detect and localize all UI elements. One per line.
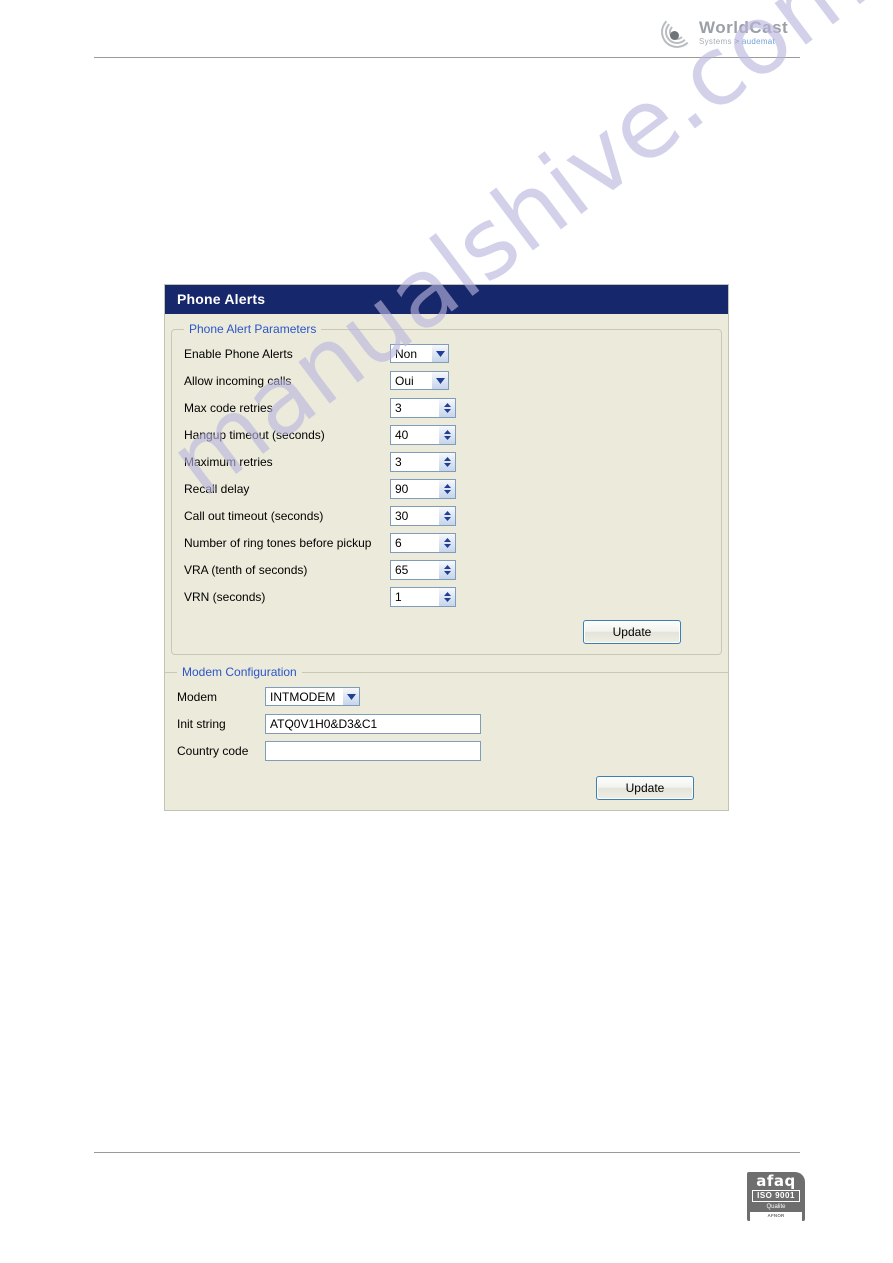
- label-max-code-retries: Max code retries: [184, 400, 273, 415]
- select-modem[interactable]: INTMODEM: [265, 687, 360, 706]
- label-maximum-retries: Maximum retries: [184, 454, 273, 469]
- brand-subtitle: Systems > audemat: [699, 36, 788, 46]
- spinner-value-hangup-timeout: 40: [395, 428, 409, 442]
- spinner-value-vra: 65: [395, 563, 409, 577]
- spinner-arrows-icon[interactable]: [438, 479, 455, 498]
- select-enable-phone-alerts[interactable]: Non: [390, 344, 449, 363]
- chevron-down-icon: [342, 688, 359, 705]
- row-recall-delay: Recall delay 90: [178, 475, 715, 502]
- brand-subtitle-prefix: Systems: [699, 36, 732, 46]
- row-vra: VRA (tenth of seconds) 65: [178, 556, 715, 583]
- row-country-code: Country code: [177, 737, 722, 764]
- footer-divider: [94, 1152, 800, 1153]
- row-maximum-retries: Maximum retries 3: [178, 448, 715, 475]
- row-allow-incoming-calls: Allow incoming calls Oui: [178, 367, 715, 394]
- row-call-out-timeout: Call out timeout (seconds) 30: [178, 502, 715, 529]
- select-allow-incoming-calls[interactable]: Oui: [390, 371, 449, 390]
- label-vrn: VRN (seconds): [184, 589, 266, 604]
- spinner-recall-delay[interactable]: 90: [390, 478, 456, 499]
- input-country-code[interactable]: [265, 740, 481, 761]
- spinner-max-code-retries[interactable]: 3: [390, 397, 456, 418]
- cert-afaq-text: afaq: [756, 1172, 796, 1190]
- spinner-value-maximum-retries: 3: [395, 455, 402, 469]
- input-init-string[interactable]: ATQ0V1H0&D3&C1: [265, 713, 481, 734]
- cert-afnor-text: AFNOR CERTIFICATION: [750, 1212, 802, 1221]
- spinner-value-number-of-ring-tones: 6: [395, 536, 402, 550]
- row-modem: Modem INTMODEM: [177, 683, 722, 710]
- brand-name: WorldCast: [699, 17, 789, 37]
- brand-subtitle-accent: audemat: [741, 36, 776, 46]
- select-value-modem: INTMODEM: [270, 690, 336, 704]
- row-vrn: VRN (seconds) 1: [178, 583, 715, 610]
- worldcast-logo: WorldCast Systems > audemat: [660, 14, 800, 50]
- spinner-arrows-icon[interactable]: [438, 506, 455, 525]
- chevron-down-icon: [431, 372, 448, 389]
- spinner-arrows-icon[interactable]: [438, 533, 455, 552]
- spinner-arrows-icon[interactable]: [438, 587, 455, 606]
- select-value-allow-incoming-calls: Oui: [395, 374, 414, 388]
- label-modem: Modem: [177, 689, 218, 704]
- update-button-phone-alerts[interactable]: Update: [583, 620, 681, 644]
- label-call-out-timeout: Call out timeout (seconds): [184, 508, 324, 523]
- spinner-arrows-icon[interactable]: [438, 425, 455, 444]
- spinner-maximum-retries[interactable]: 3: [390, 451, 456, 472]
- brand-subtitle-arrow: >: [734, 36, 740, 46]
- page-title: Phone Alerts: [165, 285, 728, 314]
- row-init-string: Init string ATQ0V1H0&D3&C1: [177, 710, 722, 737]
- row-enable-phone-alerts: Enable Phone Alerts Non: [178, 340, 715, 367]
- label-country-code: Country code: [177, 743, 249, 758]
- modem-actions: Update: [177, 764, 722, 800]
- update-button-modem[interactable]: Update: [596, 776, 694, 800]
- spinner-value-vrn: 1: [395, 590, 402, 604]
- page-header: WorldCast Systems > audemat: [0, 0, 893, 62]
- afaq-certification-logo: afaq ISO 9001 Qualite AFNOR CERTIFICATIO…: [747, 1172, 805, 1221]
- cert-quality-text: Qualite: [766, 1204, 786, 1210]
- row-hangup-timeout: Hangup timeout (seconds) 40: [178, 421, 715, 448]
- spinner-vra[interactable]: 65: [390, 559, 456, 580]
- brand-text: WorldCast Systems > audemat: [699, 19, 788, 46]
- section-phone-alert-parameters: Phone Alert Parameters Enable Phone Aler…: [171, 322, 722, 655]
- spinner-number-of-ring-tones[interactable]: 6: [390, 532, 456, 553]
- spinner-hangup-timeout[interactable]: 40: [390, 424, 456, 445]
- chevron-down-icon: [431, 345, 448, 362]
- spinner-arrows-icon[interactable]: [438, 560, 455, 579]
- label-enable-phone-alerts: Enable Phone Alerts: [184, 346, 293, 361]
- spinner-arrows-icon[interactable]: [438, 398, 455, 417]
- row-number-of-ring-tones: Number of ring tones before pickup 6: [178, 529, 715, 556]
- select-value-enable-phone-alerts: Non: [395, 347, 418, 361]
- header-divider: [94, 57, 800, 58]
- label-number-of-ring-tones: Number of ring tones before pickup: [184, 535, 372, 550]
- label-allow-incoming-calls: Allow incoming calls: [184, 373, 292, 388]
- section-modem-configuration: Modem Configuration Modem INTMODEM Init …: [165, 665, 728, 810]
- phone-alert-actions: Update: [178, 610, 715, 646]
- spinner-value-recall-delay: 90: [395, 482, 409, 496]
- label-recall-delay: Recall delay: [184, 481, 250, 496]
- spinner-vrn[interactable]: 1: [390, 586, 456, 607]
- signal-waves-icon: [660, 15, 694, 49]
- label-init-string: Init string: [177, 716, 226, 731]
- panel-body: Phone Alert Parameters Enable Phone Aler…: [165, 322, 728, 810]
- label-hangup-timeout: Hangup timeout (seconds): [184, 427, 325, 442]
- spinner-value-max-code-retries: 3: [395, 401, 402, 415]
- spinner-arrows-icon[interactable]: [438, 452, 455, 471]
- section-title-phone-alert-parameters: Phone Alert Parameters: [189, 322, 317, 336]
- phone-alerts-panel: Phone Alerts Phone Alert Parameters Enab…: [164, 284, 729, 811]
- spinner-value-call-out-timeout: 30: [395, 509, 409, 523]
- spinner-call-out-timeout[interactable]: 30: [390, 505, 456, 526]
- cert-iso-text: ISO 9001: [752, 1190, 800, 1202]
- section-title-modem-configuration: Modem Configuration: [182, 665, 297, 679]
- row-max-code-retries: Max code retries 3: [178, 394, 715, 421]
- label-vra: VRA (tenth of seconds): [184, 562, 308, 577]
